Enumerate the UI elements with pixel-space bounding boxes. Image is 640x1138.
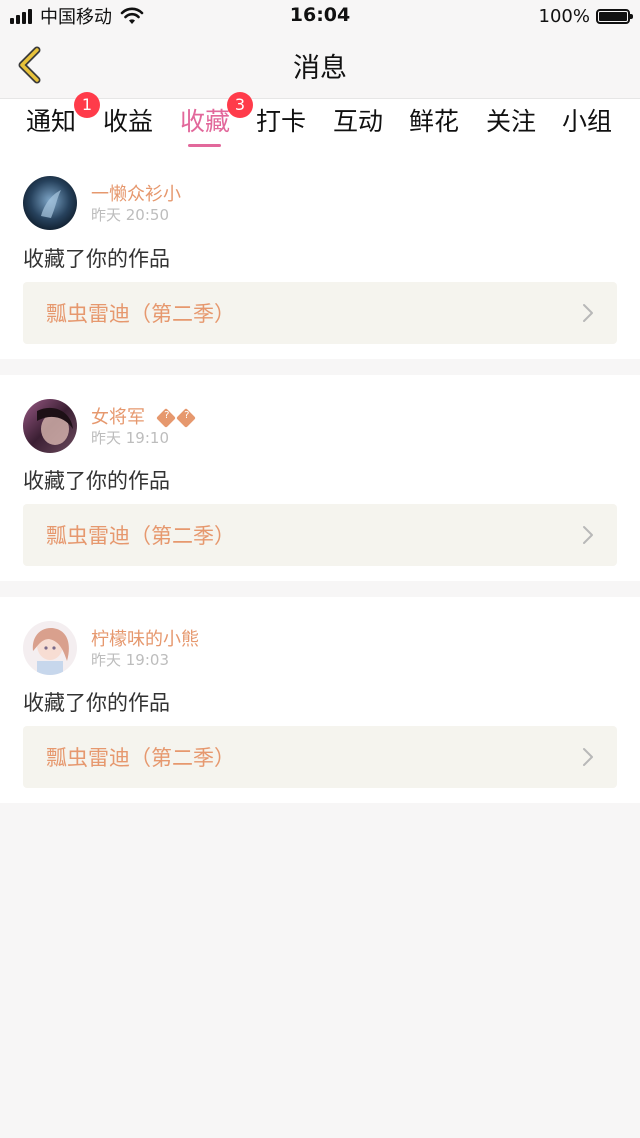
tab-active-indicator bbox=[188, 144, 221, 147]
tab-earnings[interactable]: 收益 bbox=[98, 103, 158, 147]
avatar[interactable] bbox=[23, 176, 77, 230]
battery-percent: 100% bbox=[538, 5, 590, 27]
tab-favorites[interactable]: 收藏 bbox=[175, 103, 235, 147]
tab-flowers[interactable]: 鲜花 bbox=[404, 103, 464, 147]
avatar-image bbox=[23, 621, 77, 675]
chevron-right-icon bbox=[583, 304, 593, 322]
tab-badge-notifications: 1 bbox=[74, 92, 100, 118]
work-link[interactable]: 瓢虫雷迪（第二季） bbox=[23, 282, 617, 344]
user-name[interactable]: 一懒众衫小 bbox=[91, 180, 181, 206]
tab-interaction[interactable]: 互动 bbox=[328, 103, 388, 147]
status-bar: 中国移动 16:04 100% bbox=[0, 0, 640, 32]
tab-follow[interactable]: 关注 bbox=[481, 103, 541, 147]
tab-label: 收益 bbox=[102, 107, 153, 136]
user-name-text: 柠檬味的小熊 bbox=[91, 629, 199, 650]
tab-label: 鲜花 bbox=[408, 107, 459, 136]
tab-checkin[interactable]: 打卡 bbox=[251, 103, 311, 147]
timestamp: 昨天 19:10 bbox=[91, 429, 169, 447]
avatar[interactable] bbox=[23, 399, 77, 453]
nav-bar: 消息 bbox=[0, 32, 640, 99]
tab-label: 关注 bbox=[485, 107, 536, 136]
chevron-right-icon bbox=[583, 748, 593, 766]
user-name-text: 女将军 bbox=[91, 407, 145, 428]
avatar-image bbox=[23, 399, 77, 453]
emoji-icon bbox=[175, 408, 196, 428]
list-item: 一懒众衫小 昨天 20:50 收藏了你的作品 瓢虫雷迪（第二季） bbox=[0, 159, 640, 359]
action-text: 收藏了你的作品 bbox=[23, 691, 170, 715]
user-name[interactable]: 女将军 bbox=[91, 403, 199, 430]
emoji-icon bbox=[155, 408, 176, 428]
avatar[interactable] bbox=[23, 621, 77, 675]
tab-label: 小组 bbox=[561, 107, 612, 136]
tab-badge-favorites: 3 bbox=[227, 92, 253, 118]
page-title: 消息 bbox=[293, 53, 347, 84]
work-title: 瓢虫雷迪（第二季） bbox=[46, 524, 235, 548]
tab-groups[interactable]: 小组 bbox=[557, 103, 617, 147]
list-item: 女将军 昨天 19:10 收藏了你的作品 瓢虫雷迪（第二季） bbox=[0, 375, 640, 581]
action-text: 收藏了你的作品 bbox=[23, 469, 170, 493]
work-link[interactable]: 瓢虫雷迪（第二季） bbox=[23, 504, 617, 566]
status-right: 100% bbox=[538, 4, 633, 28]
timestamp: 昨天 19:03 bbox=[91, 651, 169, 669]
list-item: 柠檬味的小熊 昨天 19:03 收藏了你的作品 瓢虫雷迪（第二季） bbox=[0, 597, 640, 803]
tab-label: 互动 bbox=[332, 107, 383, 136]
work-link[interactable]: 瓢虫雷迪（第二季） bbox=[23, 726, 617, 788]
tab-label: 打卡 bbox=[255, 107, 306, 136]
tab-label: 收藏 bbox=[179, 107, 230, 136]
battery-icon bbox=[596, 8, 633, 24]
user-name-text: 一懒众衫小 bbox=[91, 184, 181, 205]
avatar-image bbox=[23, 176, 77, 230]
work-title: 瓢虫雷迪（第二季） bbox=[46, 302, 235, 326]
work-title: 瓢虫雷迪（第二季） bbox=[46, 746, 235, 770]
user-name[interactable]: 柠檬味的小熊 bbox=[91, 625, 199, 651]
chevron-right-icon bbox=[583, 526, 593, 544]
tab-notifications[interactable]: 通知 bbox=[21, 103, 81, 147]
action-text: 收藏了你的作品 bbox=[23, 247, 170, 271]
timestamp: 昨天 20:50 bbox=[91, 206, 169, 224]
tab-label: 通知 bbox=[25, 107, 76, 136]
tab-bar: 通知 1 收益 收藏 3 打卡 互动 鲜花 关注 小组 bbox=[0, 92, 640, 159]
